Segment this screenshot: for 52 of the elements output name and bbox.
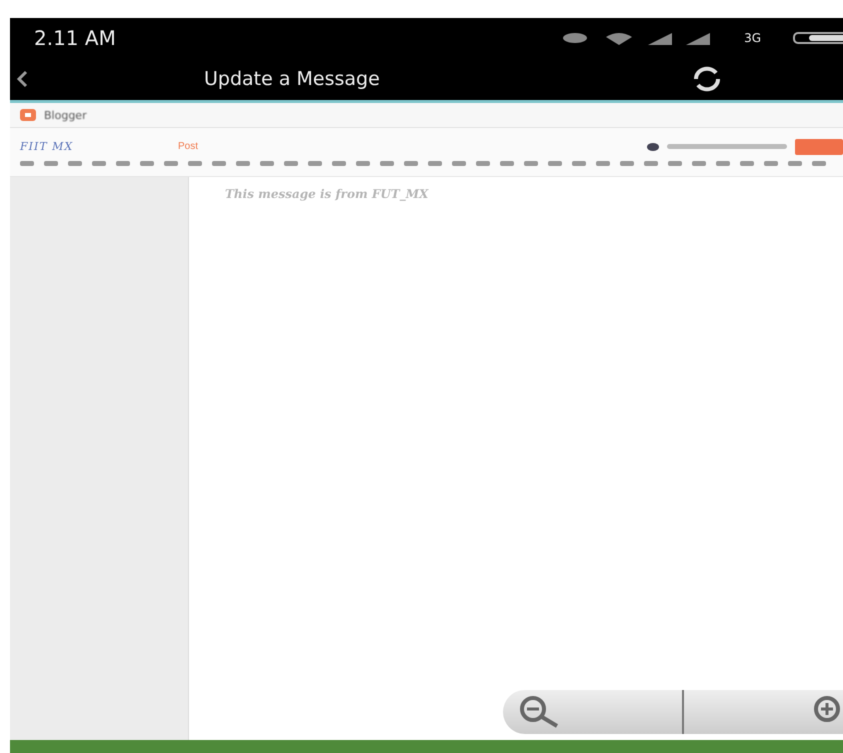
toolbar-icon[interactable]	[404, 160, 418, 166]
battery-icon	[793, 31, 843, 45]
toolbar-icon[interactable]	[140, 160, 154, 166]
toolbar-icon[interactable]	[452, 160, 466, 166]
back-icon[interactable]	[16, 70, 28, 88]
toolbar-icon[interactable]	[308, 160, 322, 166]
toolbar-icon[interactable]	[212, 160, 226, 166]
zoom-out-button[interactable]	[503, 690, 684, 734]
refresh-icon[interactable]	[691, 65, 723, 93]
network-type: 3G	[744, 31, 761, 45]
toolbar-icon[interactable]	[692, 160, 706, 166]
toolbar-icon[interactable]	[716, 160, 730, 166]
toolbar-icon[interactable]	[68, 160, 82, 166]
toolbar-icon[interactable]	[380, 160, 394, 166]
toolbar-icon[interactable]	[740, 160, 754, 166]
toolbar-icon[interactable]	[428, 160, 442, 166]
toolbar-icon[interactable]	[92, 160, 106, 166]
tab-label[interactable]: Blogger	[44, 108, 87, 122]
mode-tab[interactable]: Post	[178, 141, 198, 152]
toolbar-icon[interactable]	[500, 160, 514, 166]
zoom-out-icon	[517, 695, 561, 729]
toolbar-icon[interactable]	[332, 160, 346, 166]
toolbar-icon[interactable]	[572, 160, 586, 166]
zoom-in-button[interactable]	[684, 690, 843, 734]
toolbar-icon[interactable]	[260, 160, 274, 166]
toolbar-icon[interactable]	[20, 160, 34, 166]
toolbar-icon[interactable]	[188, 160, 202, 166]
signal-icon	[686, 31, 710, 45]
post-body-text: This message is from FUT_MX	[225, 187, 430, 201]
toolbar-icon[interactable]	[788, 160, 802, 166]
blogger-logo-icon	[20, 109, 36, 121]
wifi-icon	[604, 31, 634, 45]
toolbar-icon[interactable]	[764, 160, 778, 166]
toolbar-icon[interactable]	[812, 160, 826, 166]
clock-time: 2.11 AM	[34, 26, 116, 50]
toolbar-icon[interactable]	[236, 160, 250, 166]
toolbar-icon[interactable]	[356, 160, 370, 166]
toolbar-icon[interactable]	[476, 160, 490, 166]
blog-name: FIIT MX	[20, 140, 74, 153]
toolbar-icon[interactable]	[644, 160, 658, 166]
toolbar-icon[interactable]	[524, 160, 538, 166]
toolbar-icon[interactable]	[164, 160, 178, 166]
action-button[interactable]	[795, 138, 843, 154]
toolbar-icon[interactable]	[548, 160, 562, 166]
toolbar-icon[interactable]	[284, 160, 298, 166]
screen-title: Update a Message	[204, 68, 380, 90]
signal-icon	[648, 31, 672, 45]
toolbar-icon[interactable]	[596, 160, 610, 166]
toolbar-icon[interactable]	[44, 160, 58, 166]
toolbar-icon[interactable]	[668, 160, 682, 166]
toolbar-icon[interactable]	[116, 160, 130, 166]
toolbar-icon[interactable]	[620, 160, 634, 166]
